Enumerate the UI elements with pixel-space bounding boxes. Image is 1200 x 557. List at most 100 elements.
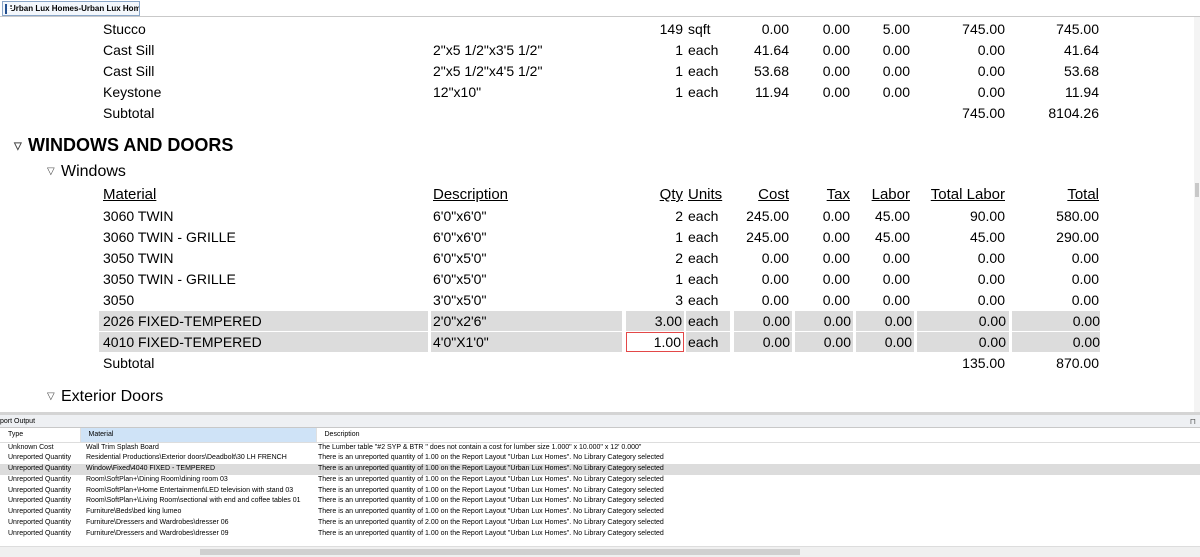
cell-cost[interactable]: 11.94 xyxy=(755,82,789,102)
cell-description[interactable]: 2'0"x2'6" xyxy=(431,311,622,331)
column-header-total-labor[interactable]: Total Labor xyxy=(931,185,1005,205)
cell-cost[interactable]: 0.00 xyxy=(762,248,789,268)
cell-total-labor[interactable]: 0.00 xyxy=(978,40,1005,60)
cell-labor[interactable]: 0.00 xyxy=(883,248,910,268)
report-row[interactable]: 3060 TWIN - GRILLE 6'0"x6'0" 1 each 245.00 0.… xyxy=(0,227,1195,247)
cell-qty[interactable]: 1 xyxy=(675,61,683,81)
cell-tax[interactable]: 0.00 xyxy=(823,227,850,247)
pin-icon[interactable]: ⊓ xyxy=(1190,415,1196,428)
cell-cost[interactable]: 41.64 xyxy=(754,40,789,60)
cell-units[interactable]: sqft xyxy=(688,19,711,39)
cell-labor[interactable]: 0.00 xyxy=(856,332,914,352)
cell-cost[interactable]: 0.00 xyxy=(762,19,789,39)
output-row[interactable]: Unreported Quantity Window\Fixed\4040 FIX… xyxy=(0,464,1200,475)
output-row[interactable]: Unreported Quantity Furniture\Beds\bed ki… xyxy=(0,507,1200,518)
cell-cost[interactable]: 53.68 xyxy=(754,61,789,81)
output-row[interactable]: Unknown Cost Wall Trim Splash Board The Lu… xyxy=(0,442,1200,453)
cell-labor[interactable]: 5.00 xyxy=(883,19,910,39)
output-row[interactable]: Unreported Quantity Room\SoftPlan+\Home E… xyxy=(0,486,1200,497)
vertical-scrollbar[interactable] xyxy=(1194,17,1200,412)
cell-total[interactable]: 0.00 xyxy=(1072,248,1099,268)
column-header-type[interactable]: Type xyxy=(0,428,81,443)
column-header-tax[interactable]: Tax xyxy=(827,185,850,205)
column-header-units[interactable]: Units xyxy=(688,185,722,205)
cell-total-labor[interactable]: 45.00 xyxy=(970,227,1005,247)
output-row[interactable]: Unreported Quantity Furniture\Dressers an… xyxy=(0,529,1200,540)
cell-units[interactable]: each xyxy=(686,332,730,352)
cell-material[interactable]: Stucco xyxy=(103,19,146,39)
cell-total[interactable]: 53.68 xyxy=(1064,61,1099,81)
report-row[interactable]: 3050 TWIN - GRILLE 6'0"x5'0" 1 each 0.00 0.00… xyxy=(0,269,1195,289)
cell-labor[interactable]: 0.00 xyxy=(883,290,910,310)
cell-total-labor[interactable]: 90.00 xyxy=(970,206,1005,226)
report-row[interactable]: Cast Sill 2"x5 1/2"x4'5 1/2" 1 each 53.68 0.0… xyxy=(0,61,1195,81)
collapse-triangle-icon[interactable]: ▽ xyxy=(14,137,28,157)
cell-qty[interactable]: 3 xyxy=(675,290,683,310)
cell-units[interactable]: each xyxy=(688,269,718,289)
cell-units[interactable]: each xyxy=(688,290,718,310)
cell-total-labor[interactable]: 0.00 xyxy=(978,61,1005,81)
cell-labor[interactable]: 45.00 xyxy=(875,206,910,226)
cell-tax[interactable]: 0.00 xyxy=(795,332,853,352)
cell-material[interactable]: 3050 TWIN - GRILLE xyxy=(103,269,236,289)
cell-description[interactable]: 3'0"x5'0" xyxy=(433,290,486,310)
scrollbar-thumb[interactable] xyxy=(200,549,800,555)
scrollbar-thumb[interactable] xyxy=(1195,183,1199,197)
cell-description[interactable]: 12"x10" xyxy=(433,82,481,102)
cell-material[interactable]: Keystone xyxy=(103,82,161,102)
cell-qty[interactable]: 2 xyxy=(675,206,683,226)
column-header-qty[interactable]: Qty xyxy=(660,185,683,205)
cell-total-labor[interactable]: 745.00 xyxy=(962,19,1005,39)
cell-tax[interactable]: 0.00 xyxy=(823,61,850,81)
cell-cost[interactable]: 0.00 xyxy=(762,269,789,289)
cell-units[interactable]: each xyxy=(688,227,718,247)
cell-qty[interactable]: 3.00 xyxy=(626,311,684,331)
cell-total-labor[interactable]: 0.00 xyxy=(917,311,1009,331)
cell-total[interactable]: 0.00 xyxy=(1012,332,1100,352)
output-row[interactable]: Unreported Quantity Room\SoftPlan+\Dining… xyxy=(0,475,1200,486)
cell-total[interactable]: 11.94 xyxy=(1065,82,1099,102)
cell-cost[interactable]: 0.00 xyxy=(734,332,792,352)
cell-tax[interactable]: 0.00 xyxy=(823,248,850,268)
cell-description[interactable]: 6'0"x5'0" xyxy=(433,248,486,268)
cell-total[interactable]: 580.00 xyxy=(1056,206,1099,226)
cell-material[interactable]: 4010 FIXED-TEMPERED xyxy=(99,332,428,352)
column-header-material[interactable]: Material xyxy=(103,185,156,205)
cell-description[interactable]: 6'0"x6'0" xyxy=(433,227,486,247)
cell-units[interactable]: each xyxy=(688,40,718,60)
cell-tax[interactable]: 0.00 xyxy=(823,82,850,102)
cell-total[interactable]: 745.00 xyxy=(1056,19,1099,39)
section-header-windows-and-doors[interactable]: ▽ WINDOWS AND DOORS xyxy=(14,135,233,157)
cell-cost[interactable]: 0.00 xyxy=(734,311,792,331)
output-row[interactable]: Unreported Quantity Residential Productio… xyxy=(0,453,1200,464)
report-row[interactable]: 3060 TWIN 6'0"x6'0" 2 each 245.00 0.00 45.00 90… xyxy=(0,206,1195,226)
cell-labor[interactable]: 0.00 xyxy=(883,40,910,60)
cell-total[interactable]: 41.64 xyxy=(1064,40,1099,60)
cell-total-labor[interactable]: 0.00 xyxy=(978,82,1005,102)
cell-labor[interactable]: 45.00 xyxy=(875,227,910,247)
cell-total-labor[interactable]: 0.00 xyxy=(978,248,1005,268)
column-header-description[interactable]: Description xyxy=(433,185,508,205)
cell-total[interactable]: 290.00 xyxy=(1056,227,1099,247)
column-header-material[interactable]: Material xyxy=(80,428,317,443)
report-row[interactable]: Cast Sill 2"x5 1/2"x3'5 1/2" 1 each 41.64 0.0… xyxy=(0,40,1195,60)
group-header-windows[interactable]: ▽ Windows xyxy=(47,162,126,182)
cell-material[interactable]: Cast Sill xyxy=(103,40,154,60)
report-row[interactable]: 3050 3'0"x5'0" 3 each 0.00 0.00 0.00 0.00 0.00 xyxy=(0,290,1195,310)
cell-material[interactable]: 2026 FIXED-TEMPERED xyxy=(99,311,428,331)
cell-tax[interactable]: 0.00 xyxy=(795,311,853,331)
report-row[interactable]: 3050 TWIN 6'0"x5'0" 2 each 0.00 0.00 0.00 0.00 0… xyxy=(0,248,1195,268)
cell-qty[interactable]: 1.00 xyxy=(626,332,684,352)
cell-total-labor[interactable]: 0.00 xyxy=(978,290,1005,310)
cell-total-labor[interactable]: 0.00 xyxy=(978,269,1005,289)
cell-cost[interactable]: 0.00 xyxy=(762,290,789,310)
cell-units[interactable]: each xyxy=(688,61,718,81)
cell-labor[interactable]: 0.00 xyxy=(856,311,914,331)
cell-description[interactable]: 2"x5 1/2"x4'5 1/2" xyxy=(433,61,542,81)
document-tab[interactable]: Urban Lux Homes-Urban Lux Homes xyxy=(2,1,140,16)
cell-units[interactable]: each xyxy=(688,206,718,226)
cell-material[interactable]: 3060 TWIN xyxy=(103,206,174,226)
column-header-total[interactable]: Total xyxy=(1067,185,1099,205)
report-row[interactable]: Stucco 149 sqft 0.00 0.00 5.00 745.00 745.00 xyxy=(0,19,1195,39)
report-row[interactable]: 2026 FIXED-TEMPERED 2'0"x2'6" 3.00 each 0.00… xyxy=(0,311,1195,331)
